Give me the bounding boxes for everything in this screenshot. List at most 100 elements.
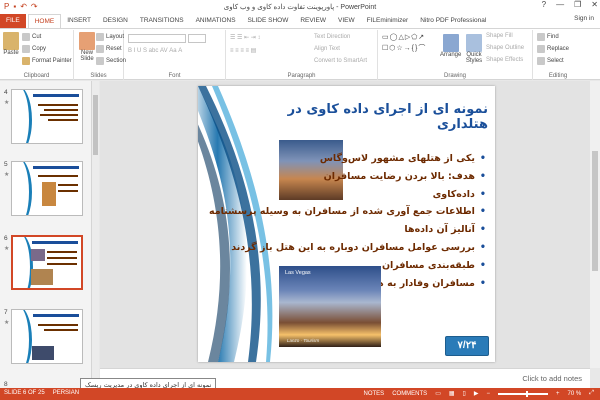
- thumbnail-swoosh: [12, 162, 32, 215]
- tab-fileminimizer[interactable]: FILEminimizer: [361, 14, 415, 28]
- shape-effects-label: Shape Effects: [486, 57, 524, 63]
- comments-toggle-button[interactable]: COMMENTS: [392, 391, 427, 397]
- cut-button[interactable]: Cut: [22, 33, 41, 41]
- paste-button[interactable]: Paste: [3, 32, 19, 56]
- copy-button[interactable]: Copy: [22, 45, 46, 53]
- las-vegas-fountain-photo[interactable]: Las Vegas Lanzo · Tourism: [279, 266, 381, 347]
- convert-smartart-label: Convert to SmartArt: [314, 58, 368, 64]
- replace-button[interactable]: Replace: [537, 45, 569, 53]
- title-bar: P ▪ ↶ ↷ پاورپوینت تفاوت داده کاوی و وب ک…: [0, 0, 600, 13]
- close-button[interactable]: ✕: [591, 0, 598, 9]
- arrange-icon: [442, 34, 459, 52]
- zoom-slider-thumb[interactable]: [525, 390, 528, 397]
- tab-transitions[interactable]: TRANSITIONS: [134, 14, 190, 28]
- sign-in-link[interactable]: Sign in: [574, 15, 594, 22]
- animation-star-icon: ★: [4, 320, 10, 326]
- slide-thumbnail[interactable]: [11, 161, 83, 216]
- current-slide[interactable]: نمونه ای از اجرای داده کاوی در هتلداری ی…: [198, 86, 495, 362]
- select-label: Select: [547, 58, 564, 64]
- arrange-button[interactable]: Arrange: [440, 34, 461, 58]
- thumbnail-line: [58, 184, 78, 186]
- slide-title[interactable]: نمونه ای از اجرای داده کاوی در هتلداری: [280, 102, 488, 132]
- thumbnail-line: [58, 190, 78, 192]
- font-format-buttons[interactable]: B I U S abc AV Aa A: [128, 48, 182, 54]
- clipboard-group-label: Clipboard: [23, 73, 50, 79]
- copy-icon: [22, 45, 30, 53]
- language-status[interactable]: PERSIAN: [53, 390, 79, 396]
- zoom-out-icon[interactable]: −: [486, 391, 490, 397]
- background-swoosh-graphic: [198, 86, 278, 362]
- select-button[interactable]: Select: [537, 57, 564, 65]
- tab-review[interactable]: REVIEW: [294, 14, 332, 28]
- thumbnail-scroll-thumb[interactable]: [93, 95, 98, 155]
- reset-label: Reset: [106, 46, 122, 52]
- tab-design[interactable]: DESIGN: [97, 14, 134, 28]
- slide-sorter-icon[interactable]: ▦: [449, 390, 455, 397]
- new-slide-icon: [79, 32, 95, 50]
- fit-slide-icon[interactable]: ⤢: [589, 390, 594, 397]
- reading-view-icon[interactable]: ▯: [463, 390, 466, 397]
- font-group-label: Font: [168, 73, 181, 79]
- layout-icon: [96, 33, 104, 41]
- scissors-icon: [22, 33, 30, 41]
- thumbnail-line: [48, 119, 78, 121]
- normal-view-icon[interactable]: ▭: [435, 390, 441, 397]
- status-bar: SLIDE 6 OF 25 PERSIAN NOTES COMMENTS ▭ ▦…: [0, 388, 600, 400]
- thumbnail-line: [47, 257, 77, 259]
- restore-button[interactable]: ❐: [574, 0, 581, 9]
- font-size-box[interactable]: [188, 34, 206, 43]
- editor-scrollbar[interactable]: [590, 81, 600, 368]
- tab-view[interactable]: VIEW: [332, 14, 361, 28]
- convert-smartart-button[interactable]: Convert to SmartArt: [314, 58, 367, 64]
- new-slide-label: New Slide: [80, 50, 94, 62]
- replace-icon: [537, 45, 545, 53]
- section-button[interactable]: Section: [96, 57, 126, 65]
- thumbnail-scrollbar[interactable]: [92, 81, 99, 388]
- tab-nitro-pdf[interactable]: Nitro PDF Professional: [414, 14, 492, 28]
- editor-scroll-thumb[interactable]: [592, 151, 598, 271]
- shape-outline-button[interactable]: Shape Outline: [486, 45, 524, 51]
- layout-button[interactable]: Layout: [96, 33, 124, 41]
- slide-thumbnail[interactable]: [11, 89, 83, 144]
- help-button[interactable]: ?: [542, 0, 546, 9]
- thumbnail-line: [38, 324, 78, 326]
- shapes-gallery-row2[interactable]: ☐⬡☆→{}⌒: [382, 43, 426, 53]
- thumbnail-title: [33, 166, 79, 169]
- paragraph-group: ☰ ☰ ⇤ ⇥ ↕ ≡ ≡ ≡ ≡ ▤ Text Direction Align…: [226, 30, 378, 80]
- slide-thumbnail[interactable]: [11, 309, 83, 364]
- shapes-gallery[interactable]: ▭◯△▷⬠↗: [382, 33, 425, 41]
- font-name-box[interactable]: [128, 34, 186, 43]
- slide-show-icon[interactable]: ▶: [474, 390, 479, 397]
- tab-slide-show[interactable]: SLIDE SHOW: [242, 14, 295, 28]
- new-slide-button[interactable]: New Slide: [76, 32, 98, 62]
- tab-animations[interactable]: ANIMATIONS: [190, 14, 242, 28]
- slide-thumbnail-selected[interactable]: [11, 235, 83, 290]
- shape-effects-button[interactable]: Shape Effects: [486, 57, 523, 63]
- slide-count-status[interactable]: SLIDE 6 OF 25: [4, 390, 45, 396]
- shape-fill-button[interactable]: Shape Fill: [486, 33, 513, 39]
- quick-styles-button[interactable]: Quick Styles: [463, 34, 485, 64]
- bullet-item: آنالیز آن داده‌ها: [286, 221, 486, 239]
- tab-file[interactable]: FILE: [0, 14, 26, 28]
- zoom-in-icon[interactable]: +: [556, 391, 560, 397]
- zoom-slider[interactable]: [497, 390, 548, 397]
- find-button[interactable]: Find: [537, 33, 559, 41]
- thumbnail-picture: [32, 346, 54, 360]
- reset-button[interactable]: Reset: [96, 45, 122, 53]
- arrange-label: Arrange: [440, 52, 462, 58]
- thumbnail-picture: [42, 182, 56, 206]
- section-icon: [96, 57, 104, 65]
- minimize-button[interactable]: —: [556, 0, 564, 9]
- bullet-item: داده‌کاوی: [286, 186, 486, 204]
- paragraph-align-buttons[interactable]: ≡ ≡ ≡ ≡ ▤: [230, 47, 256, 54]
- format-painter-button[interactable]: Format Painter: [22, 57, 72, 65]
- thumbnail-swoosh: [13, 237, 33, 288]
- zoom-level[interactable]: 70 %: [568, 391, 582, 397]
- window-controls: ? — ❐ ✕: [542, 0, 598, 9]
- paragraph-list-buttons[interactable]: ☰ ☰ ⇤ ⇥ ↕: [230, 34, 260, 41]
- tab-insert[interactable]: INSERT: [61, 14, 97, 28]
- notes-toggle-button[interactable]: NOTES: [364, 391, 385, 397]
- tab-home[interactable]: HOME: [27, 14, 62, 28]
- align-text-button[interactable]: Align Text: [314, 46, 340, 52]
- text-direction-button[interactable]: Text Direction: [314, 34, 350, 40]
